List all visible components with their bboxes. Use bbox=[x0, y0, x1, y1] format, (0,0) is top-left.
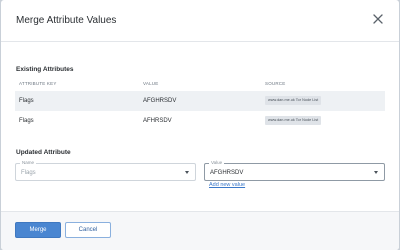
value-select[interactable]: Value AFGHRSDV bbox=[204, 160, 385, 181]
merge-attribute-dialog: Merge Attribute Values Existing Attribut… bbox=[1, 0, 399, 250]
dialog-footer: Merge Cancel bbox=[1, 211, 399, 250]
chevron-down-icon bbox=[374, 171, 378, 174]
add-new-value-link[interactable]: Add new value bbox=[209, 182, 245, 189]
column-header-value: VALUE bbox=[143, 81, 159, 86]
attribute-value-cell: AFGHRSDV bbox=[143, 98, 177, 104]
source-badge: www.dan.me.uk Tor Node List bbox=[265, 96, 322, 105]
column-header-attribute-key: ATTRIBUTE KEY bbox=[19, 81, 57, 86]
value-field-label: Value bbox=[209, 160, 225, 166]
chevron-down-icon bbox=[185, 171, 189, 174]
close-icon bbox=[373, 14, 383, 24]
name-select[interactable]: Name Flags bbox=[15, 160, 196, 181]
table-row: Flags AFHRSDV www.dan.me.uk Tor Node Lis… bbox=[15, 111, 385, 131]
column-header-source: SOURCE bbox=[265, 81, 286, 86]
name-field-value: Flags bbox=[21, 170, 36, 176]
name-field-label: Name bbox=[20, 160, 37, 166]
dialog-header: Merge Attribute Values bbox=[1, 0, 399, 42]
attribute-value-cell: AFHRSDV bbox=[143, 118, 172, 124]
dialog-title: Merge Attribute Values bbox=[16, 15, 117, 26]
source-badge: www.dan.me.uk Tor Node List bbox=[265, 116, 322, 125]
updated-attribute-heading: Updated Attribute bbox=[16, 149, 71, 156]
close-button[interactable] bbox=[371, 12, 385, 26]
table-row: Flags AFGHRSDV www.dan.me.uk Tor Node Li… bbox=[15, 91, 385, 111]
value-field-value: AFGHRSDV bbox=[210, 170, 244, 176]
attribute-key-cell: Flags bbox=[19, 118, 34, 124]
attribute-key-cell: Flags bbox=[19, 98, 34, 104]
merge-button[interactable]: Merge bbox=[15, 222, 61, 238]
existing-attributes-heading: Existing Attributes bbox=[16, 66, 74, 73]
cancel-button[interactable]: Cancel bbox=[65, 222, 111, 238]
